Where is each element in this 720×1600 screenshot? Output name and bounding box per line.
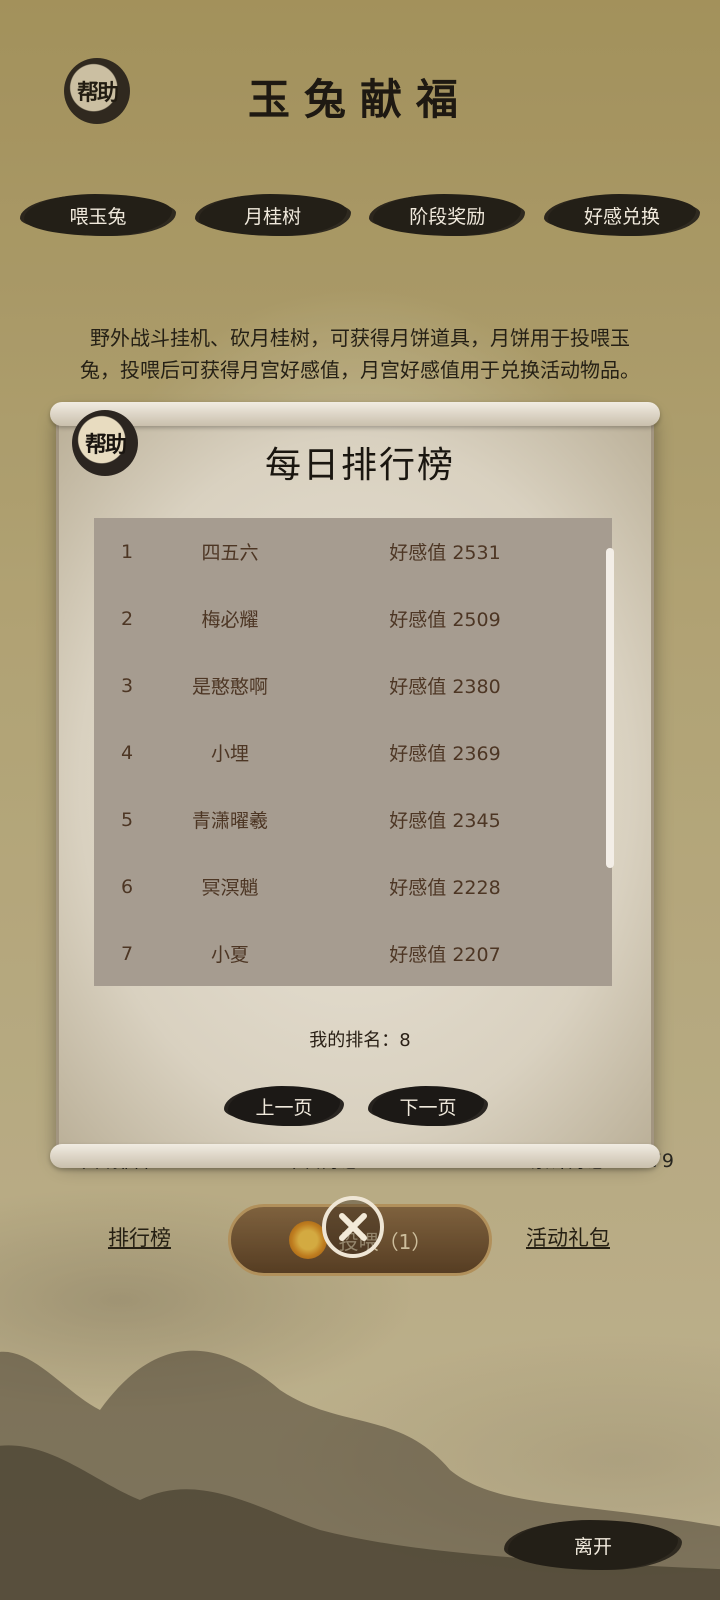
- close-modal-button[interactable]: [322, 1196, 384, 1258]
- row-name: 冥溟魈: [201, 877, 259, 899]
- row-score: 好感值 2509: [389, 609, 501, 631]
- leaderboard-list[interactable]: 1 四五六 好感值 2531 2 梅必耀 好感值 2509 3 是憨憨啊 好感值…: [94, 518, 612, 986]
- leaderboard-row: 2 梅必耀 好感值 2509: [94, 585, 612, 652]
- row-name: 小埋: [210, 743, 249, 765]
- row-score: 好感值 2228: [389, 877, 501, 899]
- close-icon: [339, 1213, 367, 1241]
- row-rank: 6: [120, 875, 134, 898]
- prev-page-button[interactable]: 上一页: [228, 1082, 340, 1130]
- leaderboard-row: 5 青潇曜羲 好感值 2345: [94, 786, 612, 853]
- row-name: 四五六: [201, 542, 259, 564]
- row-score: 好感值 2207: [389, 944, 501, 966]
- row-rank: 1: [120, 540, 134, 563]
- row-score: 好感值 2369: [389, 743, 501, 765]
- row-rank: 2: [120, 607, 134, 630]
- modal-title: 每日排行榜: [264, 445, 455, 486]
- row-rank: 3: [120, 674, 134, 697]
- row-rank: 7: [120, 942, 134, 965]
- leaderboard-row: 7 小夏 好感值 2207: [94, 920, 612, 986]
- row-rank: 4: [120, 741, 134, 764]
- row-score: 好感值 2380: [389, 676, 501, 698]
- row-name: 青潇曜羲: [191, 810, 268, 832]
- row-name: 小夏: [210, 944, 249, 966]
- list-scrollbar[interactable]: [606, 548, 614, 868]
- row-score: 好感值 2345: [389, 810, 501, 832]
- row-score: 好感值 2531: [389, 542, 501, 564]
- leaderboard-row: 3 是憨憨啊 好感值 2380: [94, 652, 612, 719]
- next-page-button[interactable]: 下一页: [372, 1082, 484, 1130]
- leaderboard-row: 6 冥溟魈 好感值 2228: [94, 853, 612, 920]
- leaderboard-row: 1 四五六 好感值 2531: [94, 518, 612, 585]
- row-rank: 5: [120, 808, 134, 831]
- row-name: 是憨憨啊: [191, 676, 268, 698]
- scroll-rod-bottom: [50, 1144, 660, 1168]
- my-rank: 我的排名：8: [309, 1030, 411, 1051]
- leaderboard-row: 4 小埋 好感值 2369: [94, 719, 612, 786]
- row-name: 梅必耀: [201, 609, 259, 631]
- scroll-rod-top: [50, 402, 660, 426]
